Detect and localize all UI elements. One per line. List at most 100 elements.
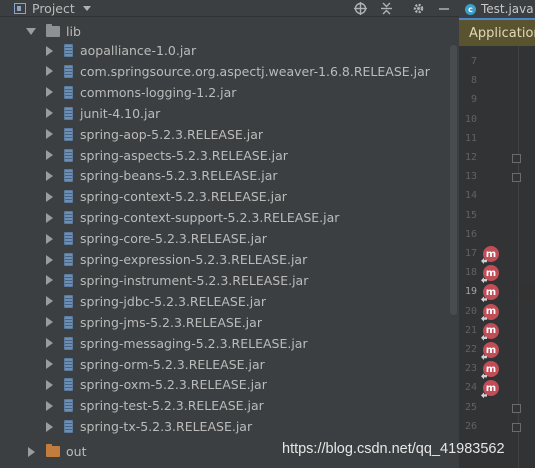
jar-icon <box>64 85 73 99</box>
expand-arrow-right-icon[interactable] <box>42 108 56 119</box>
jar-item[interactable]: spring-tx-5.2.3.RELEASE.jar <box>42 416 252 437</box>
jar-item[interactable]: spring-expression-5.2.3.RELEASE.jar <box>42 249 307 270</box>
jar-label: spring-orm-5.2.3.RELEASE.jar <box>80 356 265 372</box>
line-number: 21 <box>464 324 477 336</box>
expand-arrow-right-icon[interactable] <box>42 150 56 160</box>
watermark: https://blog.csdn.net/qq_41983562 <box>282 441 505 457</box>
editor-tab-test-java[interactable]: c Test.java <box>459 0 535 20</box>
tree-item-lib[interactable]: lib <box>24 21 81 42</box>
jar-item[interactable]: spring-context-5.2.3.RELEASE.jar <box>42 186 287 207</box>
jar-label: spring-aspects-5.2.3.RELEASE.jar <box>80 147 288 163</box>
chevron-down-icon <box>82 6 91 11</box>
implementing-method-icon[interactable]: m <box>483 246 499 262</box>
jar-item[interactable]: spring-core-5.2.3.RELEASE.jar <box>42 228 267 249</box>
expand-arrow-right-icon[interactable] <box>42 212 56 223</box>
caret-row-highlight <box>519 283 535 300</box>
gear-icon[interactable] <box>410 0 426 17</box>
jar-item[interactable]: spring-oxm-5.2.3.RELEASE.jar <box>42 374 267 395</box>
jar-icon <box>64 44 73 57</box>
jar-item[interactable]: spring-context-support-5.2.3.RELEASE.jar <box>42 207 339 228</box>
line-number: 26 <box>464 420 477 432</box>
fold-marker-icon[interactable] <box>512 422 521 432</box>
tab-label: Test.java <box>481 2 534 16</box>
line-number: 16 <box>464 228 477 240</box>
jar-label: spring-context-support-5.2.3.RELEASE.jar <box>80 210 340 226</box>
jar-icon <box>64 273 73 287</box>
expand-arrow-right-icon[interactable] <box>42 254 56 265</box>
line-number: 24 <box>464 382 477 394</box>
jar-label: spring-tx-5.2.3.RELEASE.jar <box>80 419 253 435</box>
tree-item-label: lib <box>66 24 81 39</box>
expand-arrow-down-icon[interactable] <box>24 28 38 35</box>
jar-label: junit-4.10.jar <box>80 105 161 121</box>
project-title: Project <box>32 0 75 16</box>
line-number: 13 <box>464 171 477 183</box>
implementing-method-icon[interactable]: m <box>483 322 499 339</box>
hide-icon[interactable] <box>436 0 452 17</box>
jar-icon <box>64 106 73 120</box>
fold-marker-icon[interactable] <box>512 173 521 183</box>
crosshair-icon[interactable] <box>352 0 368 17</box>
jar-item[interactable]: spring-aop-5.2.3.RELEASE.jar <box>42 124 263 145</box>
line-number: 22 <box>464 344 477 355</box>
folder-icon <box>46 24 60 37</box>
fold-marker-icon[interactable] <box>512 154 521 163</box>
jar-label: spring-aop-5.2.3.RELEASE.jar <box>80 126 264 142</box>
breadcrumb[interactable]: Application <box>459 20 535 46</box>
jar-item[interactable]: junit-4.10.jar <box>42 103 160 124</box>
jar-icon <box>64 64 73 78</box>
jar-icon <box>64 357 73 371</box>
expand-arrow-right-icon[interactable] <box>42 421 56 432</box>
line-number: 10 <box>464 113 477 125</box>
expand-arrow-right-icon[interactable] <box>42 359 56 369</box>
jar-item[interactable]: spring-beans-5.2.3.RELEASE.jar <box>42 165 278 186</box>
jar-item[interactable]: spring-orm-5.2.3.RELEASE.jar <box>42 354 265 375</box>
project-view-selector[interactable]: Project <box>14 0 91 17</box>
line-number: 19 <box>464 286 477 298</box>
expand-arrow-right-icon[interactable] <box>42 233 56 244</box>
jar-icon <box>64 211 73 225</box>
expand-arrow-right-icon[interactable] <box>42 296 56 307</box>
line-number: 25 <box>464 401 477 413</box>
expand-arrow-right-icon[interactable] <box>42 45 56 56</box>
jar-label: spring-expression-5.2.3.RELEASE.jar <box>80 252 308 267</box>
jar-item[interactable]: commons-logging-1.2.jar <box>42 82 236 103</box>
jar-item[interactable]: spring-instrument-5.2.3.RELEASE.jar <box>42 270 308 291</box>
expand-arrow-right-icon[interactable] <box>42 170 56 181</box>
expand-arrow-right-icon[interactable] <box>42 87 56 98</box>
implementing-method-icon[interactable]: m <box>483 342 499 358</box>
tree-item-label: out <box>66 444 87 459</box>
expand-arrow-right-icon[interactable] <box>42 275 56 286</box>
jar-item[interactable]: spring-test-5.2.3.RELEASE.jar <box>42 395 264 416</box>
jar-label: spring-test-5.2.3.RELEASE.jar <box>80 398 264 414</box>
jar-item[interactable]: spring-messaging-5.2.3.RELEASE.jar <box>42 333 308 354</box>
expand-arrow-right-icon[interactable] <box>42 129 56 140</box>
collapse-icon[interactable] <box>378 0 394 17</box>
project-tool-window: Project lib aopalliance-1.0.jar com.sprin… <box>0 0 459 468</box>
expand-arrow-right-icon[interactable] <box>42 400 56 411</box>
expand-arrow-right-icon[interactable] <box>24 446 38 457</box>
project-panel-header: Project <box>0 0 459 17</box>
jar-item[interactable]: spring-aspects-5.2.3.RELEASE.jar <box>42 145 288 166</box>
line-number: 8 <box>470 75 477 87</box>
tree-item-out[interactable]: out <box>24 441 86 462</box>
jar-item[interactable]: com.springsource.org.aspectj.weaver-1.6.… <box>42 61 430 82</box>
line-number: 12 <box>464 152 477 163</box>
expand-arrow-right-icon[interactable] <box>42 338 56 349</box>
jar-item[interactable]: spring-jms-5.2.3.RELEASE.jar <box>42 312 262 333</box>
folder-icon <box>46 444 60 457</box>
implementing-method-icon[interactable]: m <box>483 303 499 320</box>
fold-marker-icon[interactable] <box>512 403 521 413</box>
expand-arrow-right-icon[interactable] <box>42 379 56 390</box>
expand-arrow-right-icon[interactable] <box>42 66 56 77</box>
jar-item[interactable]: spring-jdbc-5.2.3.RELEASE.jar <box>42 291 266 312</box>
jar-item[interactable]: aopalliance-1.0.jar <box>42 40 196 61</box>
jar-label: spring-instrument-5.2.3.RELEASE.jar <box>80 272 309 288</box>
jar-icon <box>64 420 73 434</box>
vertical-scrollbar[interactable] <box>450 45 457 315</box>
jar-label: spring-jdbc-5.2.3.RELEASE.jar <box>80 293 267 309</box>
expand-arrow-right-icon[interactable] <box>42 317 56 328</box>
jar-label: aopalliance-1.0.jar <box>80 43 197 58</box>
expand-arrow-right-icon[interactable] <box>42 191 56 202</box>
jar-icon <box>64 315 73 329</box>
